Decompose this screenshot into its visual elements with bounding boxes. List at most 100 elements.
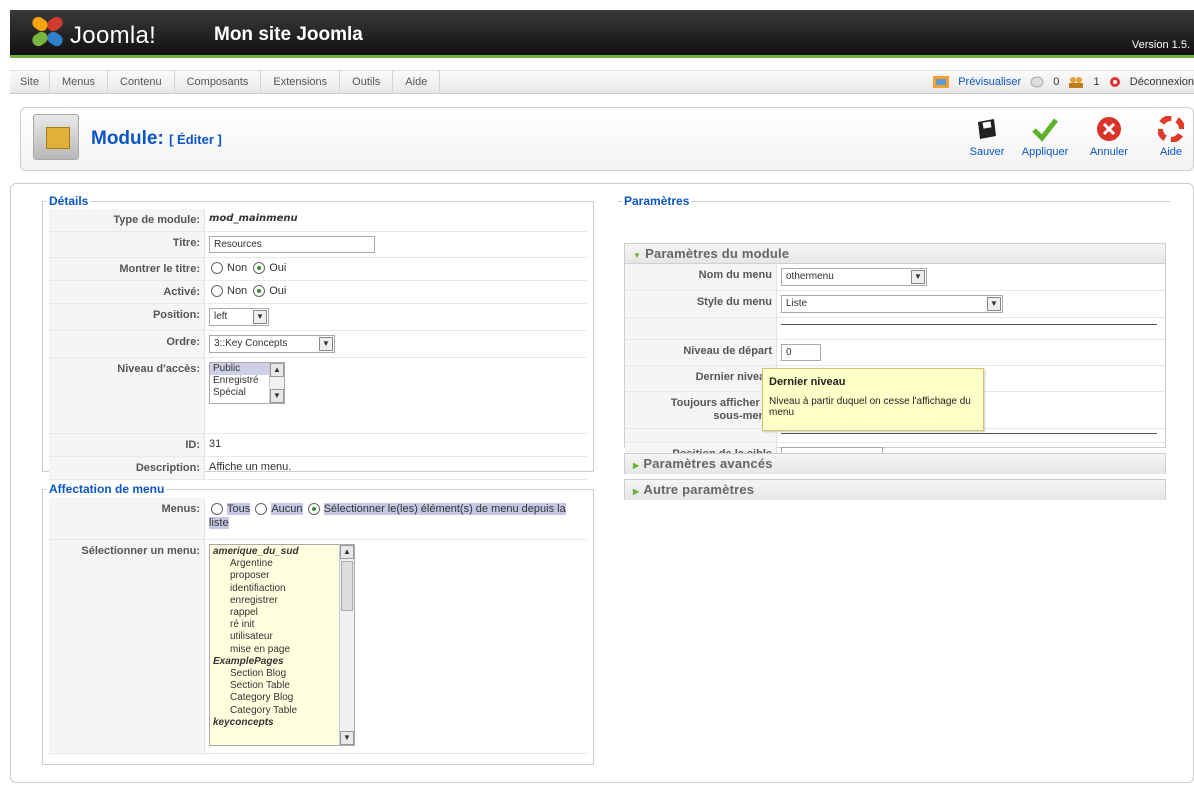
menu-contenu[interactable]: Contenu [108, 71, 175, 94]
type-value: mod_mainmenu [209, 213, 298, 224]
menu-item-option[interactable]: Category Table [210, 705, 354, 717]
menu-item-option[interactable]: ré init [210, 619, 354, 631]
scroll-down-icon[interactable]: ▼ [340, 731, 354, 745]
row-spacer-2 [625, 429, 1165, 443]
other-params-pane[interactable]: ▶ Autre paramètres [624, 479, 1166, 500]
row-position: Position: left ▼ [49, 304, 587, 331]
id-label: ID: [49, 434, 205, 456]
menu-style-label: Style du menu [625, 291, 777, 317]
logout-link[interactable]: Déconnexion [1109, 71, 1194, 93]
menu-extensions[interactable]: Extensions [261, 71, 341, 94]
menu-name-select[interactable]: othermenu ▼ [781, 268, 927, 286]
users-value: 1 [1093, 76, 1100, 88]
help-button[interactable]: Aide [1151, 116, 1191, 158]
joomla-admin-screen: { "header":{"brand":"Joomla!","site_name… [0, 0, 1194, 791]
menu-aide[interactable]: Aide [393, 71, 441, 94]
menu-composants[interactable]: Composants [175, 71, 262, 94]
show-title-non-label: Non [227, 262, 248, 274]
menu-name-label: Nom du menu [625, 264, 777, 290]
collapsed-triangle-icon: ▶ [633, 487, 640, 496]
order-select-value: 3::Key Concepts [214, 338, 288, 349]
save-button[interactable]: Sauver [965, 116, 1009, 158]
module-params-header[interactable]: ▼ Paramètres du module [625, 244, 1165, 264]
messages-count[interactable]: 0 [1030, 71, 1059, 93]
row-enabled: Activé: Non Oui [49, 281, 587, 304]
show-title-oui-radio[interactable] [253, 262, 266, 275]
menubar-status: Prévisualiser 0 1 Déconnexion [927, 71, 1194, 94]
enabled-label: Activé: [49, 281, 205, 303]
menu-assignment-fieldset: Affectation de menu Menus: Tous Aucun Sé… [42, 482, 594, 765]
enabled-oui-radio[interactable] [253, 285, 266, 298]
details-legend: Détails [49, 194, 89, 208]
cancel-label: Annuler [1090, 146, 1128, 158]
row-menu-name: Nom du menu othermenu ▼ [625, 264, 1165, 291]
menu-group-header[interactable]: keyconcepts [210, 717, 354, 729]
row-select-menu: Sélectionner un menu: amerique_du_sud Arg… [49, 540, 587, 754]
order-select[interactable]: 3::Key Concepts ▼ [209, 335, 335, 353]
menu-item-option[interactable]: Argentine [210, 558, 354, 570]
other-params-title: Autre paramètres [643, 482, 755, 497]
menu-item-option[interactable]: utilisateur [210, 631, 354, 643]
row-id: ID: 31 [49, 434, 587, 457]
row-order: Ordre: 3::Key Concepts ▼ [49, 331, 587, 358]
menu-item-option[interactable]: Category Blog [210, 692, 354, 704]
logout-icon [1109, 77, 1120, 88]
menu-item-option[interactable]: proposer [210, 570, 354, 582]
scroll-thumb[interactable] [341, 561, 353, 611]
separator-line [781, 433, 1157, 434]
row-show-title: Montrer le titre: Non Oui [49, 258, 587, 281]
enabled-non-radio[interactable] [211, 285, 223, 298]
menus-none-label: Aucun [271, 503, 303, 515]
help-label: Aide [1159, 146, 1183, 158]
menu-items-scrollbar[interactable]: ▲ ▼ [339, 545, 354, 745]
id-value: 31 [209, 438, 222, 450]
position-select[interactable]: left ▼ [209, 308, 269, 326]
start-level-label: Niveau de départ [625, 340, 777, 365]
menus-select-radio[interactable] [307, 503, 320, 516]
menu-item-option[interactable]: identifiaction [210, 583, 354, 595]
checkmark-icon [1032, 118, 1058, 142]
messages-icon [1030, 76, 1044, 88]
users-count[interactable]: 1 [1068, 71, 1100, 93]
row-menu-style: Style du menu Liste ▼ [625, 291, 1165, 318]
details-fieldset: Détails Type de module: mod_mainmenu Titr… [42, 194, 594, 480]
cancel-button[interactable]: Annuler [1087, 116, 1131, 158]
main-menubar: Site Menus Contenu Composants Extensions… [10, 70, 1194, 94]
menus-all-radio[interactable] [211, 503, 223, 516]
menu-item-option[interactable]: mise en page [210, 644, 354, 656]
menu-outils[interactable]: Outils [340, 71, 394, 94]
menu-items-listbox[interactable]: amerique_du_sud Argentine proposer identifi… [209, 544, 355, 746]
position-select-value: left [214, 311, 228, 322]
scroll-up-icon[interactable]: ▲ [340, 545, 354, 559]
show-title-non-radio[interactable] [211, 262, 223, 275]
module-params-title: Paramètres du module [645, 246, 790, 261]
title-input[interactable]: Resources [209, 236, 375, 253]
row-access: Niveau d'accès: Public Enregistré Spécia… [49, 358, 587, 434]
menu-item-option[interactable]: enregistrer [210, 595, 354, 607]
menu-menus[interactable]: Menus [50, 71, 108, 94]
end-level-label: Dernier niveau [625, 366, 777, 391]
preview-link[interactable]: Prévisualiser [933, 71, 1021, 93]
menu-item-option[interactable]: rappel [210, 607, 354, 619]
menu-site[interactable]: Site [10, 71, 50, 94]
chevron-down-icon: ▼ [987, 297, 1001, 311]
advanced-params-pane[interactable]: ▶ Paramètres avancés [624, 453, 1166, 474]
lifebuoy-icon [1158, 116, 1184, 142]
menus-none-radio[interactable] [255, 503, 268, 516]
apply-button[interactable]: Appliquer [1017, 116, 1073, 158]
other-params-header[interactable]: ▶ Autre paramètres [625, 480, 1165, 500]
menu-group-header[interactable]: amerique_du_sud [210, 546, 354, 558]
menus-all-label: Tous [227, 503, 251, 515]
chevron-down-icon: ▼ [319, 337, 333, 351]
advanced-params-header[interactable]: ▶ Paramètres avancés [625, 454, 1165, 474]
cancel-icon [1097, 117, 1121, 141]
menu-group-header[interactable]: ExamplePages [210, 656, 354, 668]
menu-item-option[interactable]: Section Table [210, 680, 354, 692]
joomla-logo-icon [30, 14, 66, 49]
menu-style-select[interactable]: Liste ▼ [781, 295, 1003, 313]
start-level-input[interactable]: 0 [781, 344, 821, 361]
access-listbox[interactable]: Public Enregistré Spécial ▲ ▼ [209, 362, 285, 404]
type-label: Type de module: [49, 209, 205, 231]
access-scrollbar[interactable]: ▲ ▼ [269, 363, 284, 403]
menu-item-option[interactable]: Section Blog [210, 668, 354, 680]
